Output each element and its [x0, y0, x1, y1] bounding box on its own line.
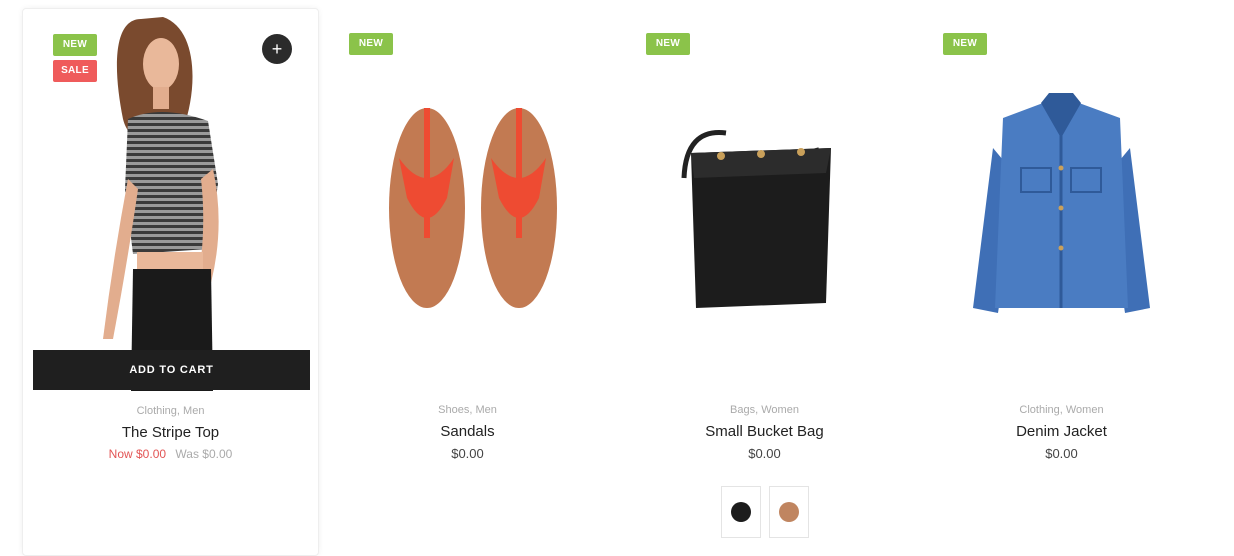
swatch-tan[interactable] — [768, 486, 809, 538]
badge-group: NEW — [943, 33, 987, 55]
product-card[interactable]: NEW SALE + ADD TO CART Clothing, Men The… — [22, 8, 319, 556]
product-title[interactable]: The Stripe Top — [23, 424, 318, 441]
badge-group: NEW — [349, 33, 393, 55]
product-card[interactable]: NEW Bags, Women Small Bucket Bag $0.00 — [616, 8, 913, 556]
badge-group: NEW — [646, 33, 690, 55]
product-category[interactable]: Clothing, Women — [913, 404, 1210, 416]
price-line: $0.00 — [616, 446, 913, 461]
product-meta: Clothing, Women Denim Jacket $0.00 — [913, 404, 1210, 461]
badge-group: NEW SALE — [53, 34, 97, 82]
denim-jacket-image — [973, 93, 1150, 313]
new-badge: NEW — [646, 33, 690, 55]
product-meta: Shoes, Men Sandals $0.00 — [319, 404, 616, 461]
bucket-bag-image — [681, 130, 831, 308]
product-title[interactable]: Sandals — [319, 423, 616, 440]
sandals-image — [389, 108, 557, 308]
product-image[interactable] — [329, 8, 606, 390]
product-image[interactable] — [626, 8, 903, 390]
new-badge: NEW — [53, 34, 97, 56]
price-line: $0.00 — [319, 446, 616, 461]
product-price: $0.00 — [1045, 446, 1078, 461]
product-category[interactable]: Shoes, Men — [319, 404, 616, 416]
product-price: $0.00 — [451, 446, 484, 461]
product-card[interactable]: NEW Clothing, Women Denim Jacket $0.00 — [913, 8, 1210, 556]
product-grid: NEW SALE + ADD TO CART Clothing, Men The… — [22, 8, 1210, 556]
sale-price: Now $0.00 — [108, 447, 167, 461]
product-category[interactable]: Clothing, Men — [23, 405, 318, 417]
product-price: $0.00 — [748, 446, 781, 461]
swatch-dot — [778, 502, 799, 522]
product-meta: Bags, Women Small Bucket Bag $0.00 — [616, 404, 913, 461]
plus-icon[interactable]: + — [262, 34, 292, 64]
product-card[interactable]: NEW Shoes, Men Sandals $0.00 — [319, 8, 616, 556]
product-image[interactable] — [923, 8, 1200, 390]
product-meta: Clothing, Men The Stripe Top Now $0.00 W… — [23, 405, 318, 461]
product-title[interactable]: Small Bucket Bag — [616, 423, 913, 440]
swatch-dot — [730, 502, 751, 522]
original-price: Was $0.00 — [175, 447, 233, 461]
new-badge: NEW — [349, 33, 393, 55]
price-line: Now $0.00 Was $0.00 — [23, 447, 318, 461]
product-title[interactable]: Denim Jacket — [913, 423, 1210, 440]
product-category[interactable]: Bags, Women — [616, 404, 913, 416]
swatch-black[interactable] — [720, 486, 761, 538]
add-to-cart-button[interactable]: ADD TO CART — [33, 350, 310, 390]
color-swatches — [616, 486, 913, 538]
price-line: $0.00 — [913, 446, 1210, 461]
new-badge: NEW — [943, 33, 987, 55]
sale-badge: SALE — [53, 60, 97, 82]
